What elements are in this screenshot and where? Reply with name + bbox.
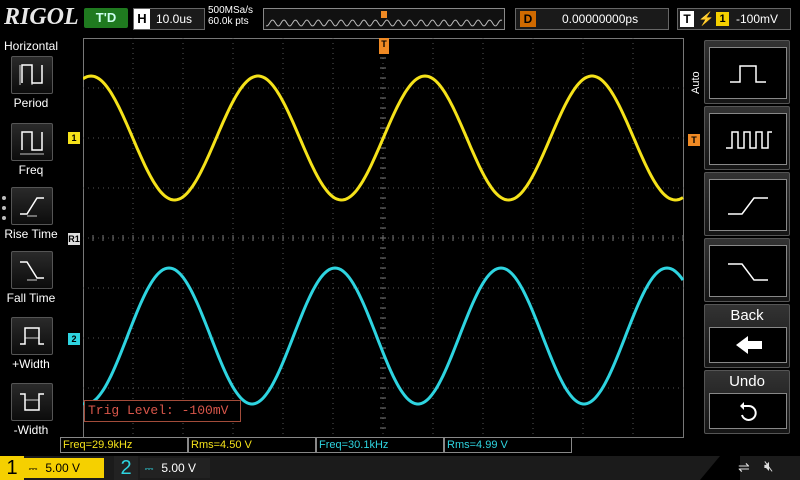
graticule xyxy=(83,38,684,438)
measure-positive-width[interactable]: +Width xyxy=(0,317,62,381)
period-icon xyxy=(11,56,53,94)
channel-1-scale-box[interactable]: ⎓ 5.00 V xyxy=(24,458,104,478)
channel-2-scale: 5.00 V xyxy=(161,461,197,475)
period-label: Period xyxy=(13,96,49,110)
undo-label: Undo xyxy=(729,373,765,390)
speaker-mute-icon[interactable]: 🔇︎ xyxy=(764,458,773,475)
measurement-ch1-rms[interactable]: Rms=4.50 V xyxy=(188,437,316,453)
trigger-box[interactable]: T ⚡ 1 -100mV xyxy=(677,8,791,30)
pulse-train-icon xyxy=(709,113,787,165)
trigger-label: T xyxy=(680,11,694,27)
channel-1-scale: 5.00 V xyxy=(45,461,81,475)
memory-overview-waveform xyxy=(265,11,503,27)
measure-negative-width[interactable]: -Width xyxy=(0,383,62,447)
delay-value: 0.00000000ps xyxy=(562,12,639,26)
positive-width-label: +Width xyxy=(12,357,50,371)
softkey-4[interactable] xyxy=(704,238,790,302)
top-status-bar: RIGOL T'D H 10.0us 500MSa/s 60.0k pts D … xyxy=(0,0,800,36)
bar-divider xyxy=(700,456,740,480)
softkey-3[interactable] xyxy=(704,172,790,236)
trigger-position-marker[interactable]: T xyxy=(379,38,389,54)
channel-1-number[interactable]: 1 xyxy=(0,456,24,480)
timebase-box[interactable]: H 10.0us xyxy=(133,8,205,30)
trigger-position-text: T xyxy=(381,39,387,49)
undo-button[interactable]: Undo xyxy=(704,370,790,434)
back-button[interactable]: Back xyxy=(704,304,790,368)
run-state-badge[interactable]: T'D xyxy=(84,8,128,28)
fall-time-label: Fall Time xyxy=(6,291,56,305)
reference-marker-text: R1 xyxy=(68,234,80,244)
channel-2-marker[interactable]: 2 xyxy=(68,333,80,345)
measurement-ch2-freq[interactable]: Freq=30.1kHz xyxy=(316,437,444,453)
dc-coupling-icon: ⎓ xyxy=(28,463,38,475)
memory-depth: 60.0k pts xyxy=(208,16,249,27)
delay-box[interactable]: D 0.00000000ps xyxy=(515,8,669,30)
channel-2-marker-text: 2 xyxy=(71,334,77,344)
softkey-2[interactable] xyxy=(704,106,790,170)
horizontal-label: H xyxy=(134,9,150,29)
measurement-ch2-rms[interactable]: Rms=4.99 V xyxy=(444,437,572,453)
single-pulse-icon xyxy=(709,47,787,99)
channel-2-scale-box[interactable]: ⎓ 5.00 V xyxy=(140,458,210,478)
acquisition-info: 500MSa/s 60.0k pts xyxy=(208,5,253,27)
brand-logo: RIGOL xyxy=(4,4,79,30)
softkey-menu: Auto Back Undo xyxy=(688,36,800,456)
reference-marker[interactable]: R1 xyxy=(68,233,80,245)
trigger-source: 1 xyxy=(716,12,729,26)
memory-trigger-marker xyxy=(381,11,387,18)
measure-rise-time[interactable]: Rise Time xyxy=(0,187,62,251)
measurement-bar: Freq=29.9kHz Rms=4.50 V Freq=30.1kHz Rms… xyxy=(60,437,690,453)
delay-label: D xyxy=(520,11,536,27)
measure-period[interactable]: Period xyxy=(0,56,62,120)
waveform-display[interactable] xyxy=(83,38,684,438)
back-label: Back xyxy=(730,307,764,324)
sample-rate: 500MSa/s xyxy=(208,5,254,16)
channel-1-marker-text: 1 xyxy=(71,133,77,143)
rise-time-icon xyxy=(11,187,53,225)
timebase-value: 10.0us xyxy=(156,12,193,26)
frequency-icon xyxy=(11,123,53,161)
measurement-ch1-freq[interactable]: Freq=29.9kHz xyxy=(60,437,188,453)
dc-coupling-icon: ⎓ xyxy=(144,463,154,475)
trigger-level-popup: Trig Level: -100mV xyxy=(84,400,241,422)
rising-edge-icon xyxy=(709,179,787,231)
menu-title: Horizontal xyxy=(3,39,59,53)
usb-icon: ⇌ xyxy=(738,459,750,475)
softkey-1[interactable] xyxy=(704,40,790,104)
measure-menu: Horizontal Period Freq Rise Time Fall Ti… xyxy=(0,36,62,456)
positive-width-icon xyxy=(11,317,53,355)
rising-edge-icon: ⚡ xyxy=(698,11,715,26)
fall-time-icon xyxy=(11,251,53,289)
measure-freq[interactable]: Freq xyxy=(0,123,62,187)
channel-status-bar: 1 ⎓ 5.00 V 2 ⎓ 5.00 V ⇌ 🔇︎ xyxy=(0,456,800,480)
negative-width-icon xyxy=(11,383,53,421)
trigger-level-value: -100mV xyxy=(736,12,779,26)
negative-width-label: -Width xyxy=(13,423,49,437)
falling-edge-icon xyxy=(709,245,787,297)
freq-label: Freq xyxy=(18,163,44,177)
undo-icon xyxy=(709,393,787,429)
measure-fall-time[interactable]: Fall Time xyxy=(0,251,62,315)
channel-2-number[interactable]: 2 xyxy=(114,456,138,480)
auto-label: Auto xyxy=(690,71,702,94)
memory-overview[interactable] xyxy=(263,8,505,30)
channel-1-marker[interactable]: 1 xyxy=(68,132,80,144)
rise-time-label: Rise Time xyxy=(4,227,58,241)
arrow-left-icon xyxy=(709,327,787,363)
